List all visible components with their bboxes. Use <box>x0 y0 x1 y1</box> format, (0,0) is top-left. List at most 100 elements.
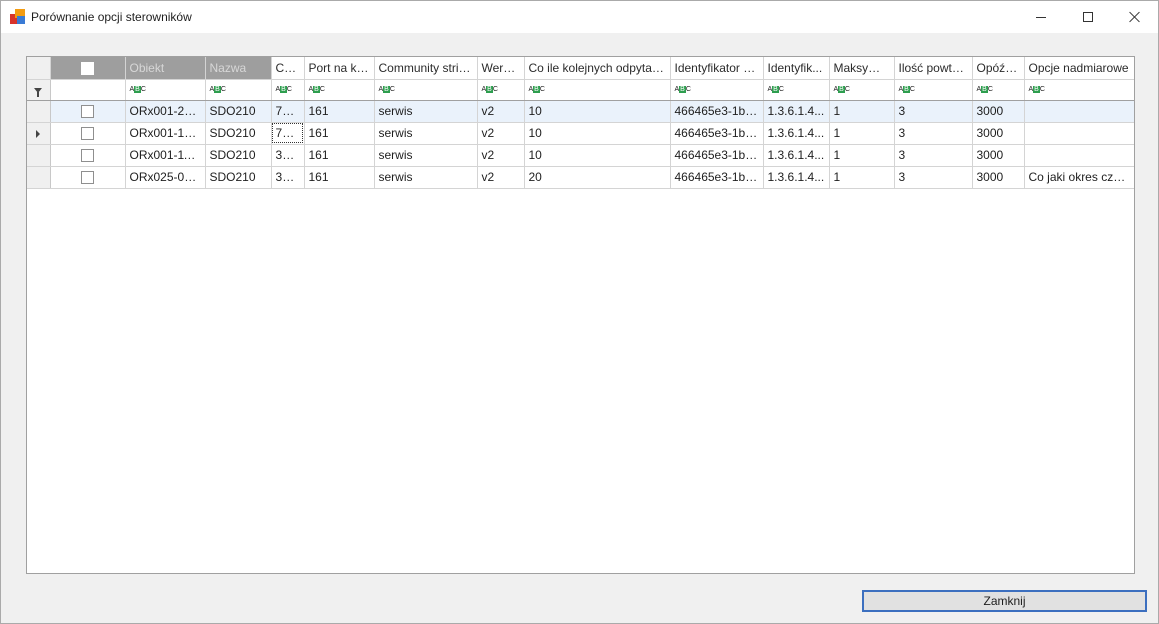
cell-identyfikator_w[interactable]: 466465e3-1b7d... <box>670 166 764 189</box>
row-checkbox[interactable] <box>81 105 94 119</box>
cell-maksymal[interactable]: 1 <box>829 122 895 145</box>
cell-opozni[interactable]: 3000 <box>972 100 1025 123</box>
cell-identyfik[interactable]: 1.3.6.1.4... <box>763 122 830 145</box>
cell-czas[interactable]: 7200 <box>271 100 305 123</box>
select-all-header[interactable] <box>50 57 126 80</box>
filter-cell-ilosc[interactable]: ABC <box>894 79 973 101</box>
cell-opcje[interactable] <box>1024 122 1134 145</box>
filter-cell-community[interactable]: ABC <box>374 79 478 101</box>
filter-cell-wersja[interactable]: ABC <box>477 79 525 101</box>
cell-co_ile[interactable]: 10 <box>524 122 671 145</box>
row-checkbox[interactable] <box>81 171 94 185</box>
cell-identyfikator_w[interactable]: 466465e3-1b7d... <box>670 122 764 145</box>
cell-port[interactable]: 161 <box>304 100 375 123</box>
filter-row-indicator[interactable] <box>27 79 51 101</box>
column-header-co_ile[interactable]: Co ile kolejnych odpytań b... <box>524 57 671 80</box>
filter-cell-opozni[interactable]: ABC <box>972 79 1025 101</box>
column-header-nazwa[interactable]: Nazwa <box>205 57 272 80</box>
cell-ilosc[interactable]: 3 <box>894 166 973 189</box>
filter-cell-port[interactable]: ABC <box>304 79 375 101</box>
cell-port[interactable]: 161 <box>304 166 375 189</box>
cell-wersja[interactable]: v2 <box>477 144 525 167</box>
cell-identyfik[interactable]: 1.3.6.1.4... <box>763 166 830 189</box>
options-grid[interactable]: Obiekt Nazwa Cz... Port na któ... Community … <box>26 56 1135 574</box>
cell-wersja[interactable]: v2 <box>477 122 525 145</box>
row-select-cell[interactable] <box>50 122 126 145</box>
column-header-port[interactable]: Port na któ... <box>304 57 375 80</box>
close-button[interactable]: Zamknij <box>862 590 1147 612</box>
cell-opozni[interactable]: 3000 <box>972 122 1025 145</box>
cell-opcje[interactable] <box>1024 144 1134 167</box>
cell-maksymal[interactable]: 1 <box>829 100 895 123</box>
filter-cell-czas[interactable]: ABC <box>271 79 305 101</box>
cell-opozni[interactable]: 3000 <box>972 166 1025 189</box>
cell-ilosc[interactable]: 3 <box>894 144 973 167</box>
cell-obiekt[interactable]: ORx001-145... <box>125 122 206 145</box>
select-all-checkbox[interactable] <box>81 61 94 75</box>
column-header-wersja[interactable]: Wersj... <box>477 57 525 80</box>
filter-cell-identyfikator_w[interactable]: ABC <box>670 79 764 101</box>
column-header-community[interactable]: Community string ... <box>374 57 478 80</box>
cell-community[interactable]: serwis <box>374 100 478 123</box>
cell-identyfikator_w[interactable]: 466465e3-1b7d... <box>670 100 764 123</box>
cell-nazwa[interactable]: SDO210 <box>205 166 272 189</box>
cell-port[interactable]: 161 <box>304 144 375 167</box>
cell-opcje[interactable]: Co jaki okres czasu ... <box>1024 166 1134 189</box>
column-header-maksymal[interactable]: Maksymal... <box>829 57 895 80</box>
cell-obiekt[interactable]: ORx001-275... <box>125 100 206 123</box>
column-header-obiekt[interactable]: Obiekt <box>125 57 206 80</box>
cell-obiekt[interactable]: ORx025-056... <box>125 166 206 189</box>
cell-port[interactable]: 161 <box>304 122 375 145</box>
row-indicator[interactable] <box>27 144 51 167</box>
cell-identyfikator_w[interactable]: 466465e3-1b7d... <box>670 144 764 167</box>
cell-co_ile[interactable]: 20 <box>524 166 671 189</box>
cell-czas[interactable]: 7200 <box>271 122 305 145</box>
cell-identyfik[interactable]: 1.3.6.1.4... <box>763 100 830 123</box>
minimize-button[interactable] <box>1018 1 1064 33</box>
filter-cell-co_ile[interactable]: ABC <box>524 79 671 101</box>
cell-opozni[interactable]: 3000 <box>972 144 1025 167</box>
cell-co_ile[interactable]: 10 <box>524 100 671 123</box>
table-row[interactable]: ORx001-275... SDO210 7200 161 serwis v2 10 4664… <box>27 100 1134 123</box>
cell-ilosc[interactable]: 3 <box>894 122 973 145</box>
title-bar[interactable]: Porównanie opcji sterowników <box>1 1 1158 33</box>
column-header-ilosc[interactable]: Ilość powtór... <box>894 57 973 80</box>
column-header-czas[interactable]: Cz... <box>271 57 305 80</box>
cell-wersja[interactable]: v2 <box>477 100 525 123</box>
column-header-identyfik[interactable]: Identyfik... <box>763 57 830 80</box>
cell-obiekt[interactable]: ORx001-110... <box>125 144 206 167</box>
filter-cell-identyfik[interactable]: ABC <box>763 79 830 101</box>
filter-cell-opcje[interactable]: ABC <box>1024 79 1134 101</box>
table-row[interactable]: ORx001-145... SDO210 7200 161 serwis v2 10 4664… <box>27 122 1134 145</box>
cell-community[interactable]: serwis <box>374 144 478 167</box>
cell-nazwa[interactable]: SDO210 <box>205 144 272 167</box>
column-header-opcje[interactable]: Opcje nadmiarowe <box>1024 57 1134 80</box>
cell-nazwa[interactable]: SDO210 <box>205 122 272 145</box>
row-indicator[interactable] <box>27 166 51 189</box>
row-select-cell[interactable] <box>50 166 126 189</box>
cell-maksymal[interactable]: 1 <box>829 144 895 167</box>
cell-czas[interactable]: 3600 <box>271 166 305 189</box>
cell-ilosc[interactable]: 3 <box>894 100 973 123</box>
close-window-button[interactable] <box>1112 1 1158 33</box>
cell-community[interactable]: serwis <box>374 122 478 145</box>
cell-wersja[interactable]: v2 <box>477 166 525 189</box>
filter-cell-obiekt[interactable]: ABC <box>125 79 206 101</box>
cell-czas[interactable]: 3600 <box>271 144 305 167</box>
maximize-button[interactable] <box>1065 1 1111 33</box>
row-checkbox[interactable] <box>81 149 94 163</box>
column-header-opozni[interactable]: Opóźni... <box>972 57 1025 80</box>
row-indicator[interactable] <box>27 100 51 123</box>
table-row[interactable]: ORx001-110... SDO210 3600 161 serwis v2 10 4664… <box>27 144 1134 167</box>
row-select-cell[interactable] <box>50 144 126 167</box>
cell-maksymal[interactable]: 1 <box>829 166 895 189</box>
cell-nazwa[interactable]: SDO210 <box>205 100 272 123</box>
column-header-identyfikator_w[interactable]: Identyfikator w... <box>670 57 764 80</box>
filter-cell-maksymal[interactable]: ABC <box>829 79 895 101</box>
row-indicator[interactable] <box>27 122 51 145</box>
row-checkbox[interactable] <box>81 127 94 141</box>
row-select-cell[interactable] <box>50 100 126 123</box>
table-row[interactable]: ORx025-056... SDO210 3600 161 serwis v2 20 4664… <box>27 166 1134 189</box>
filter-cell-nazwa[interactable]: ABC <box>205 79 272 101</box>
cell-opcje[interactable] <box>1024 100 1134 123</box>
